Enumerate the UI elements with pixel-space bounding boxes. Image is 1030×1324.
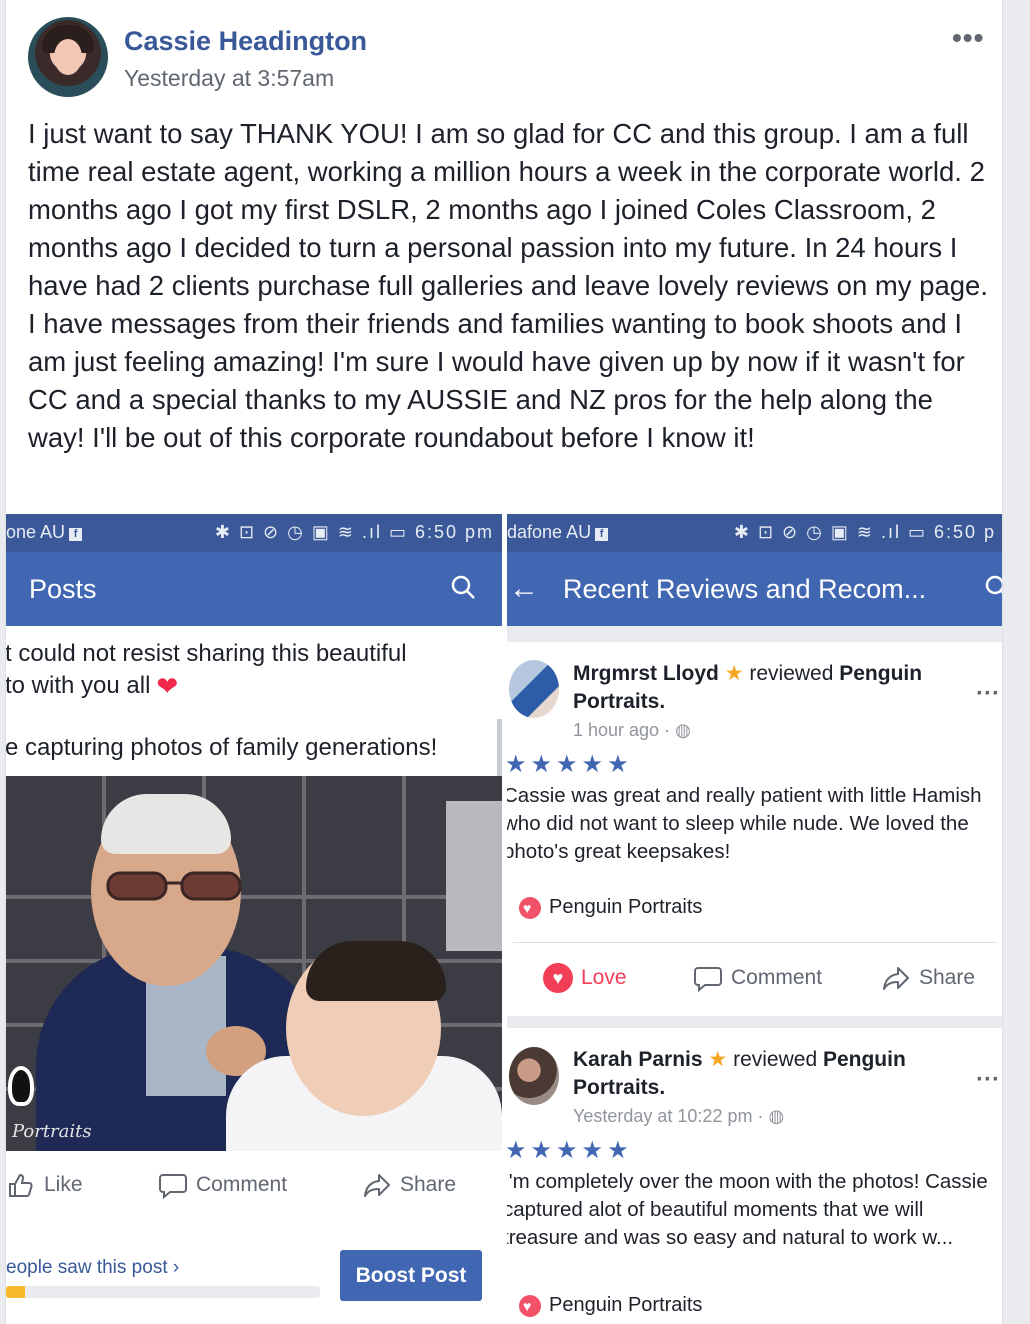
- facebook-notification-icon: f: [69, 528, 83, 541]
- thumbs-up-icon: [9, 1173, 33, 1197]
- status-bar: dafone AU f ✱ ⊡ ⊘ ◷ ▣ ≋ .ıl ▭ 6:50 p: [507, 514, 1002, 552]
- recommend-heart-icon: [519, 1294, 541, 1317]
- more-options-icon[interactable]: ···: [976, 1066, 1000, 1094]
- review-card: Karah Parnis ★ reviewed Penguin Portrait…: [507, 1028, 1002, 1324]
- recommend-star-icon: ★: [724, 662, 744, 685]
- search-icon[interactable]: [984, 574, 1003, 600]
- page-name-link[interactable]: Penguin: [823, 1048, 906, 1071]
- heart-emoji-icon: ❤: [156, 671, 179, 701]
- screen-title: Recent Reviews and Recom...: [563, 574, 927, 604]
- reach-progress-bar: [6, 1286, 320, 1298]
- page-tag-label: Penguin Portraits: [549, 896, 703, 918]
- comment-label: Comment: [731, 966, 823, 989]
- post-reach-link[interactable]: eople saw this post ›: [6, 1257, 179, 1279]
- post-text: I just want to say THANK YOU! I am so gl…: [28, 118, 988, 453]
- recommend-heart-icon: [519, 896, 541, 919]
- carrier-label: dafone AU: [507, 522, 592, 542]
- post-timestamp[interactable]: Yesterday at 3:57am: [124, 65, 334, 92]
- review-actions: ♥ Love Comment Share: [507, 955, 1002, 1005]
- post-photo[interactable]: Portraits: [6, 776, 502, 1151]
- more-options-icon[interactable]: ···: [976, 680, 1000, 708]
- review-time: 1 hour ago · ◍: [573, 720, 691, 740]
- love-label: Love: [581, 966, 627, 989]
- app-bar: ← Recent Reviews and Recom...: [507, 552, 1003, 626]
- system-status-icons: ✱ ⊡ ⊘ ◷ ▣ ≋ .ıl ▭ 6:50 p: [733, 522, 996, 542]
- boost-post-button[interactable]: Boost Post: [340, 1250, 482, 1301]
- like-label: Like: [44, 1173, 83, 1196]
- love-reaction-icon: ♥: [543, 963, 573, 993]
- more-options-icon[interactable]: •••: [952, 22, 984, 54]
- globe-icon: ◍: [768, 1106, 785, 1126]
- rating-stars: ★★★★★: [507, 1137, 633, 1164]
- review-verb: reviewed: [733, 1048, 818, 1071]
- globe-icon: ◍: [675, 720, 691, 740]
- screen-title: Posts: [29, 574, 97, 604]
- penguin-logo-icon: [8, 1066, 34, 1106]
- system-status-icons: ✱ ⊡ ⊘ ◷ ▣ ≋ .ıl ▭ 6:50 pm: [214, 522, 494, 542]
- share-button[interactable]: Share: [362, 1170, 456, 1200]
- page-name-link-2[interactable]: Portraits.: [573, 1076, 665, 1099]
- review-text: I'm completely over the moon with the ph…: [507, 1170, 988, 1249]
- caption-line-1: t could not resist sharing this beautifu…: [6, 640, 407, 667]
- page-tag[interactable]: Penguin Portraits: [519, 896, 702, 919]
- comment-icon: [694, 967, 722, 993]
- share-label: Share: [400, 1173, 457, 1196]
- back-arrow-icon[interactable]: ←: [509, 572, 539, 606]
- posts-screenshot: one AU f ✱ ⊡ ⊘ ◷ ▣ ≋ .ıl ▭ 6:50 pm Posts …: [6, 514, 502, 1324]
- search-icon[interactable]: [450, 574, 476, 600]
- comment-icon: [159, 1174, 187, 1200]
- review-verb: reviewed: [749, 662, 834, 685]
- page-tag-label: Penguin Portraits: [549, 1294, 703, 1316]
- author-avatar[interactable]: [28, 17, 108, 97]
- carrier-label: one AU: [6, 522, 66, 542]
- review-header: Karah Parnis ★ reviewed Penguin Portrait…: [573, 1046, 953, 1102]
- post-caption: t could not resist sharing this beautifu…: [6, 638, 407, 702]
- page-name-link-2[interactable]: Portraits.: [573, 690, 665, 713]
- rating-stars: ★★★★★: [507, 751, 633, 778]
- share-icon: [364, 1174, 390, 1197]
- recommend-star-icon: ★: [708, 1048, 728, 1071]
- share-button[interactable]: Share: [881, 963, 975, 993]
- reviewer-avatar[interactable]: [509, 1047, 559, 1105]
- page-tag[interactable]: Penguin Portraits: [519, 1294, 702, 1317]
- facebook-notification-icon: f: [595, 528, 609, 541]
- share-icon: [883, 967, 909, 990]
- review-header: Mrgmrst Lloyd ★ reviewed Penguin Portrai…: [573, 660, 953, 716]
- status-bar: one AU f ✱ ⊡ ⊘ ◷ ▣ ≋ .ıl ▭ 6:50 pm: [6, 514, 502, 552]
- caption-line-3: e capturing photos of family generations…: [6, 734, 438, 761]
- photo-watermark: Portraits: [12, 1121, 92, 1142]
- love-button[interactable]: ♥ Love: [543, 963, 627, 993]
- page-name-link[interactable]: Penguin: [839, 662, 922, 685]
- review-card: Mrgmrst Lloyd ★ reviewed Penguin Portrai…: [507, 642, 1002, 1016]
- review-time: Yesterday at 10:22 pm · ◍: [573, 1106, 785, 1126]
- comment-button[interactable]: Comment: [693, 963, 822, 993]
- reviewer-name[interactable]: Karah Parnis: [573, 1048, 703, 1071]
- review-text: Cassie was great and really patient with…: [507, 784, 982, 863]
- reviewer-avatar[interactable]: [509, 660, 559, 718]
- caption-line-2: to with you all: [6, 672, 151, 699]
- post-card: Cassie Headington Yesterday at 3:57am ••…: [5, 0, 1003, 1324]
- comment-label: Comment: [196, 1173, 288, 1196]
- comment-button[interactable]: Comment: [158, 1170, 287, 1200]
- reviewer-name[interactable]: Mrgmrst Lloyd: [573, 662, 719, 685]
- app-bar: Posts: [6, 552, 502, 626]
- reviews-screenshot: dafone AU f ✱ ⊡ ⊘ ◷ ▣ ≋ .ıl ▭ 6:50 p ← Re…: [507, 514, 1003, 1324]
- post-actions: Like Comment Share: [6, 1166, 502, 1206]
- like-button[interactable]: Like: [6, 1170, 83, 1200]
- share-label: Share: [919, 966, 976, 989]
- author-name[interactable]: Cassie Headington: [124, 26, 367, 57]
